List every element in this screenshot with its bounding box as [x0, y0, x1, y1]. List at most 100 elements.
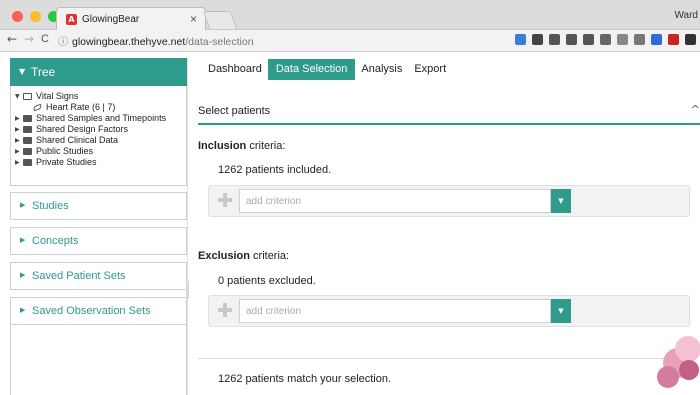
- inclusion-criteria-label: Inclusion criteria:: [198, 140, 285, 152]
- expand-toggle-icon[interactable]: ▶: [15, 159, 23, 166]
- minimize-window-button[interactable]: [30, 11, 41, 22]
- tree-node-label: Shared Samples and Timepoints: [36, 113, 167, 123]
- new-tab-button[interactable]: [202, 11, 238, 29]
- url-host: glowingbear.thehyve.net: [72, 36, 186, 48]
- inclusion-label-rest: criteria:: [246, 140, 286, 152]
- browser-extension-icon[interactable]: [668, 34, 679, 45]
- browser-extension-icon[interactable]: [617, 34, 628, 45]
- folder-icon: [23, 115, 32, 122]
- tree-node-label: Shared Clinical Data: [36, 135, 119, 145]
- browser-profile-name[interactable]: Ward: [674, 10, 698, 21]
- tree-panel-header[interactable]: ▼ Tree: [10, 58, 187, 86]
- back-arrow-icon[interactable]: ←: [7, 32, 17, 46]
- tree-panel-title: Tree: [31, 65, 56, 79]
- caret-right-icon: ▶: [20, 236, 26, 244]
- expand-toggle-icon[interactable]: ▶: [15, 126, 23, 133]
- expand-toggle-icon[interactable]: ▼: [15, 93, 23, 100]
- caret-right-icon: ▶: [20, 271, 26, 279]
- browser-extension-icon[interactable]: [685, 34, 696, 45]
- caret-right-icon: ▶: [20, 306, 26, 314]
- inclusion-criterion-dropdown-button[interactable]: ▼: [551, 189, 571, 213]
- main-nav-tabs: Dashboard Data Selection Analysis Export: [202, 59, 452, 80]
- tree-node-public-studies[interactable]: ▶ Public Studies: [15, 146, 93, 157]
- tab-data-selection[interactable]: Data Selection: [267, 59, 356, 80]
- browser-toolbar: ← → C ⓘ glowingbear.thehyve.net/data-sele…: [0, 30, 700, 52]
- exclusion-label-rest: criteria:: [249, 250, 290, 262]
- inclusion-criterion-box: ▼: [208, 185, 690, 217]
- concepts-panel-header[interactable]: ▶ Concepts: [10, 227, 187, 255]
- caret-down-icon: ▼: [558, 307, 564, 315]
- browser-extension-icon[interactable]: [651, 34, 662, 45]
- browser-tab[interactable]: A GlowingBear ×: [56, 7, 206, 31]
- tree-node-label: Vital Signs: [36, 91, 79, 101]
- tree-node-label: Public Studies: [36, 146, 94, 156]
- tree-node-heart-rate[interactable]: Heart Rate (6 | 7): [32, 102, 116, 113]
- browser-extension-icon[interactable]: [634, 34, 645, 45]
- add-criterion-plus-icon[interactable]: [217, 302, 233, 318]
- folder-open-icon: [23, 93, 32, 100]
- tab-dashboard[interactable]: Dashboard: [202, 59, 268, 80]
- browser-extension-icon[interactable]: [532, 34, 543, 45]
- window-controls: [12, 11, 59, 22]
- studies-panel-title: Studies: [32, 200, 69, 212]
- tab-export[interactable]: Export: [408, 59, 452, 80]
- select-patients-header[interactable]: Select patients ^: [198, 99, 700, 125]
- section-title: Select patients: [198, 105, 271, 117]
- saved-observation-sets-panel-title: Saved Observation Sets: [32, 305, 151, 317]
- patients-match-text: 1262 patients match your selection.: [218, 373, 392, 385]
- folder-icon: [23, 159, 32, 166]
- folder-icon: [23, 148, 32, 155]
- browser-extension-icon[interactable]: [549, 34, 560, 45]
- tree-node-vital-signs[interactable]: ▼ Vital Signs: [15, 91, 78, 102]
- tab-close-icon[interactable]: ×: [190, 12, 197, 26]
- expand-toggle-icon[interactable]: ▶: [15, 148, 23, 155]
- add-criterion-plus-icon[interactable]: [217, 192, 233, 208]
- expand-toggle-icon[interactable]: ▶: [15, 137, 23, 144]
- forward-arrow-icon[interactable]: →: [24, 32, 34, 46]
- chevron-up-icon[interactable]: ^: [691, 103, 700, 116]
- browser-tab-title: GlowingBear: [82, 14, 140, 25]
- exclusion-criteria-label: Exclusion criteria:: [198, 250, 289, 262]
- selection-summary-bar: 1262 patients match your selection.: [198, 358, 668, 395]
- exclusion-count-text: 0 patients excluded.: [218, 275, 316, 287]
- browser-extension-icon[interactable]: [583, 34, 594, 45]
- sidebar-empty-area: [10, 325, 187, 395]
- browser-extension-icon[interactable]: [600, 34, 611, 45]
- close-window-button[interactable]: [12, 11, 23, 22]
- folder-icon: [23, 126, 32, 133]
- saved-patient-sets-panel-header[interactable]: ▶ Saved Patient Sets: [10, 262, 187, 290]
- decorative-flower-image: [655, 330, 700, 395]
- tree-node-shared-clinical-data[interactable]: ▶ Shared Clinical Data: [15, 135, 118, 146]
- tree-node-label: Heart Rate (6 | 7): [46, 102, 116, 112]
- inclusion-count-text: 1262 patients included.: [218, 164, 332, 176]
- browser-extension-icon[interactable]: [566, 34, 577, 45]
- saved-patient-sets-panel-title: Saved Patient Sets: [32, 270, 126, 282]
- folder-icon: [23, 137, 32, 144]
- browser-extension-icon[interactable]: [515, 34, 526, 45]
- tree-node-label: Shared Design Factors: [36, 124, 129, 134]
- inclusion-criterion-input[interactable]: [239, 189, 551, 213]
- tree-node-shared-samples[interactable]: ▶ Shared Samples and Timepoints: [15, 113, 166, 124]
- reload-icon[interactable]: C: [41, 33, 49, 45]
- tab-analysis[interactable]: Analysis: [355, 59, 408, 80]
- url-path: /data-selection: [185, 36, 254, 48]
- exclusion-criterion-box: ▼: [208, 295, 690, 327]
- caret-down-icon: ▼: [19, 67, 26, 76]
- inclusion-label-bold: Inclusion: [198, 140, 247, 152]
- saved-observation-sets-panel-header[interactable]: ▶ Saved Observation Sets: [10, 297, 187, 325]
- angular-favicon-icon: A: [66, 14, 77, 25]
- tree-node-shared-design-factors[interactable]: ▶ Shared Design Factors: [15, 124, 128, 135]
- tree-panel-body: ▼ Vital Signs Heart Rate (6 | 7) ▶ Shared …: [10, 86, 187, 186]
- caret-right-icon: ▶: [20, 201, 26, 209]
- concepts-panel-title: Concepts: [32, 235, 79, 247]
- exclusion-criterion-dropdown-button[interactable]: ▼: [551, 299, 571, 323]
- main-content: Dashboard Data Selection Analysis Export…: [188, 52, 700, 395]
- tree-node-private-studies[interactable]: ▶ Private Studies: [15, 157, 97, 168]
- address-bar[interactable]: ⓘ glowingbear.thehyve.net/data-selection: [58, 33, 254, 48]
- expand-toggle-icon[interactable]: ▶: [15, 115, 23, 122]
- studies-panel-header[interactable]: ▶ Studies: [10, 192, 187, 220]
- site-info-icon[interactable]: ⓘ: [58, 37, 68, 48]
- browser-tab-strip: A GlowingBear × Ward: [0, 0, 700, 31]
- caret-down-icon: ▼: [558, 197, 564, 205]
- exclusion-criterion-input[interactable]: [239, 299, 551, 323]
